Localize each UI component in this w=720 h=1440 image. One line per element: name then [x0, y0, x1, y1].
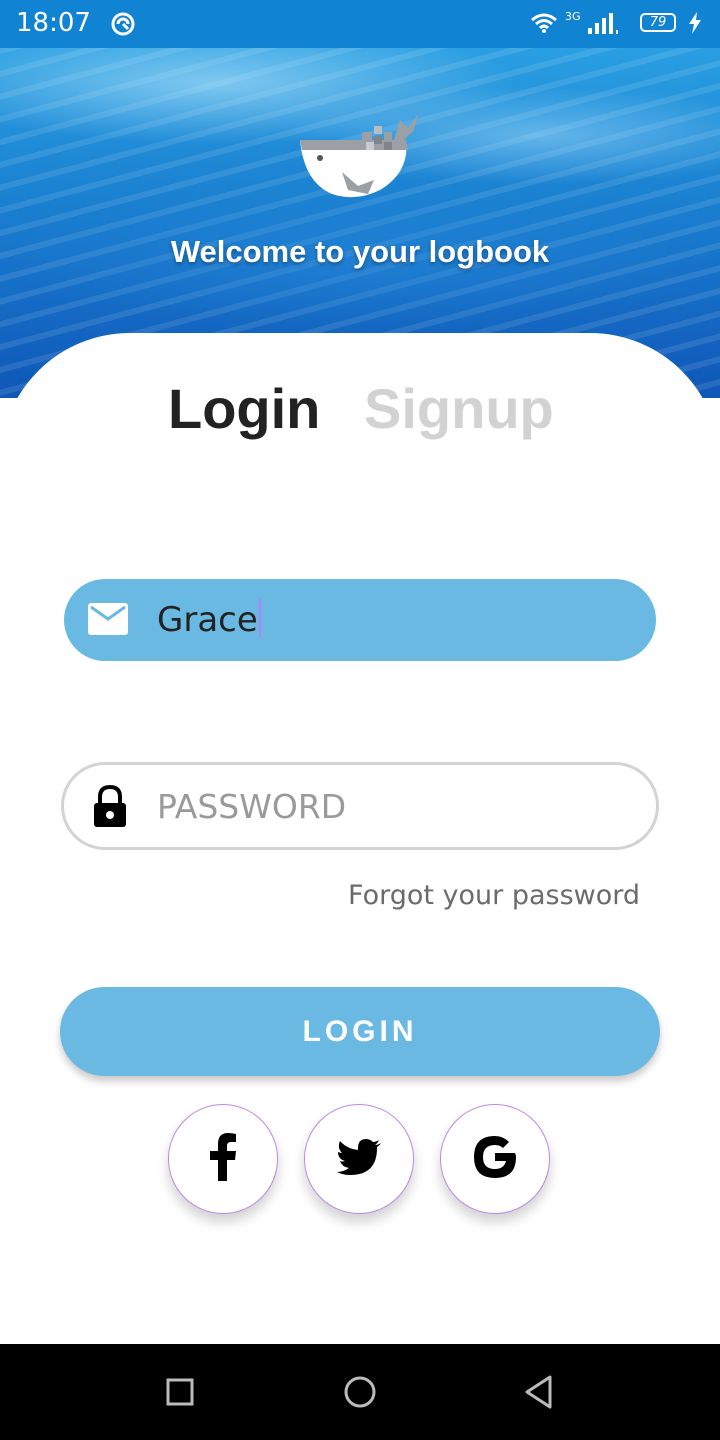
network-type: 3G	[565, 10, 581, 23]
facebook-login-button[interactable]	[168, 1104, 278, 1214]
welcome-title: Welcome to your logbook	[170, 234, 550, 269]
google-icon	[471, 1133, 519, 1186]
app-notification-icon	[110, 11, 136, 41]
forgot-password-link[interactable]: Forgot your password	[348, 880, 640, 911]
status-time: 18:07	[16, 8, 91, 38]
recents-button-icon[interactable]	[166, 1374, 194, 1415]
tab-signup[interactable]: Signup	[364, 376, 554, 441]
text-caret	[258, 599, 261, 637]
login-button[interactable]: LOGIN	[60, 987, 660, 1076]
mail-icon	[88, 603, 128, 640]
tab-login[interactable]: Login	[168, 376, 320, 441]
system-nav-bar	[0, 1344, 720, 1440]
email-field[interactable]: Grace	[64, 579, 656, 661]
twitter-login-button[interactable]	[304, 1104, 414, 1214]
password-field[interactable]: PASSWORD	[61, 762, 659, 850]
wifi-icon	[530, 12, 558, 38]
signal-icon	[586, 12, 620, 40]
status-bar: 18:07 3G 79	[0, 0, 720, 48]
home-button-icon[interactable]	[342, 1374, 378, 1415]
charging-icon	[688, 12, 702, 38]
back-button-icon[interactable]	[522, 1374, 556, 1415]
lock-icon	[92, 784, 128, 834]
email-input-value[interactable]: Grace	[157, 599, 261, 640]
twitter-icon	[337, 1138, 381, 1180]
google-login-button[interactable]	[440, 1104, 550, 1214]
facebook-icon	[208, 1132, 238, 1186]
whale-logo-icon	[296, 110, 424, 207]
battery-icon: 79	[640, 13, 676, 32]
password-placeholder: PASSWORD	[157, 787, 347, 826]
